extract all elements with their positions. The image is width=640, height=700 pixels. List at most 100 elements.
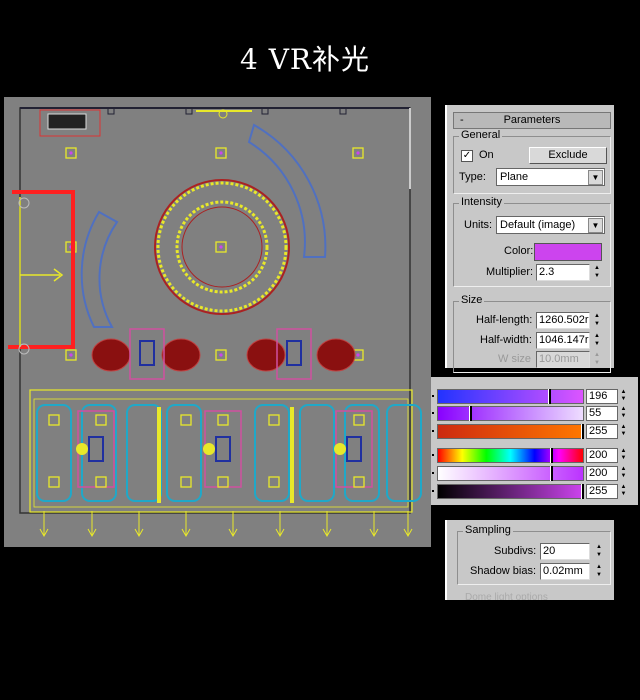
color-slider-0[interactable] [437, 389, 584, 404]
size-group-title: Size [459, 294, 485, 306]
half-width-input[interactable]: 1046.147r [536, 332, 590, 349]
row-bullet [432, 490, 434, 492]
w-size-input: 10.0mm [536, 351, 590, 368]
half-length-input[interactable]: 1260.502r [536, 312, 590, 329]
units-dropdown[interactable]: Default (image) ▼ [496, 216, 605, 234]
plan-shape-44 [157, 407, 161, 503]
slider-marker[interactable] [581, 484, 584, 499]
type-value: Plane [500, 171, 529, 183]
chevron-down-icon[interactable]: ▼ [588, 170, 603, 185]
color-value-input[interactable]: 200 [586, 466, 618, 481]
plan-shape-26 [88, 436, 104, 462]
color-value-input[interactable]: 255 [586, 484, 618, 499]
row-bullet [432, 412, 434, 414]
on-checkbox[interactable]: ✓ [461, 150, 473, 162]
sampling-group-title: Sampling [463, 524, 513, 536]
color-value-spinner[interactable]: ▲ ▼ [619, 484, 628, 498]
table [129, 328, 165, 380]
spinner-up-icon[interactable]: ▲ [619, 424, 628, 431]
color-value-spinner[interactable]: ▲ ▼ [619, 448, 628, 462]
color-value-input[interactable]: 200 [586, 448, 618, 463]
spinner-up-icon[interactable]: ▲ [619, 406, 628, 413]
color-slider-5[interactable] [437, 484, 584, 499]
spinner-down-icon[interactable]: ▼ [594, 571, 604, 579]
spinner-down-icon[interactable]: ▼ [619, 491, 628, 498]
w-size-label: W size [498, 353, 531, 365]
subdivs-spinner[interactable]: ▲ ▼ [594, 543, 604, 560]
exclude-button[interactable]: Exclude [529, 147, 607, 164]
light-color-swatch[interactable] [534, 243, 602, 261]
slider-marker[interactable] [581, 424, 584, 439]
plan-shape-42 [353, 414, 365, 426]
shadow-bias-spinner[interactable]: ▲ ▼ [594, 563, 604, 580]
shadow-bias-input[interactable]: 0.02mm [540, 563, 590, 580]
color-slider-3[interactable] [437, 448, 584, 463]
selected-vray-light [8, 190, 75, 349]
parameters-rollout-header[interactable]: - Parameters [453, 112, 611, 129]
plan-shape-37 [180, 476, 192, 488]
spinner-down-icon[interactable]: ▼ [592, 320, 602, 328]
plan-shape-7 [219, 151, 223, 155]
color-value-spinner[interactable]: ▲ ▼ [619, 389, 628, 403]
plan-shape-33 [48, 476, 60, 488]
half-width-spinner[interactable]: ▲ ▼ [592, 332, 602, 349]
color-value-spinner[interactable]: ▲ ▼ [619, 466, 628, 480]
chevron-down-icon[interactable]: ▼ [588, 218, 603, 233]
spinner-down-icon[interactable]: ▼ [619, 396, 628, 403]
half-width-label: Half-width: [480, 334, 532, 346]
on-label: On [479, 149, 494, 161]
general-group-title: General [459, 129, 503, 141]
multiplier-spinner[interactable]: ▲ ▼ [592, 264, 602, 281]
general-group: General ✓ On Exclude Type: Plane ▼ [453, 129, 611, 194]
slider-marker[interactable] [550, 466, 553, 481]
spinner-up-icon[interactable]: ▲ [619, 389, 628, 396]
slider-marker[interactable] [548, 389, 551, 404]
top-viewport[interactable] [4, 97, 431, 547]
subdivs-input[interactable]: 20 [540, 543, 590, 560]
shadow-bias-label: Shadow bias: [470, 565, 537, 577]
spinner-up-icon[interactable]: ▲ [619, 484, 628, 491]
plan-shape-41 [268, 476, 280, 488]
spinner-up-icon[interactable]: ▲ [592, 264, 602, 272]
spinner-down-icon[interactable]: ▼ [619, 473, 628, 480]
intensity-group: Intensity Units: Default (image) ▼ Color… [453, 196, 611, 287]
color-value-spinner[interactable]: ▲ ▼ [619, 406, 628, 420]
slider-marker[interactable] [469, 406, 472, 421]
spinner-down-icon[interactable]: ▼ [619, 431, 628, 438]
chair [161, 338, 201, 372]
spinner-up-icon[interactable]: ▲ [594, 563, 604, 571]
color-selector-panel: 196 ▲ ▼ 55 ▲ ▼ 255 ▲ ▼ 200 ▲ ▼ 200 ▲ ▼ 255 ▲ ▼ [431, 377, 638, 505]
spinner-up-icon[interactable]: ▲ [592, 332, 602, 340]
multiplier-label: Multiplier: [486, 266, 534, 278]
type-dropdown[interactable]: Plane ▼ [496, 168, 605, 186]
spinner-down-icon[interactable]: ▼ [619, 413, 628, 420]
color-value-input[interactable]: 196 [586, 389, 618, 404]
spinner-down-icon[interactable]: ▼ [592, 340, 602, 348]
spinner-down-icon[interactable]: ▼ [592, 272, 602, 280]
chair [316, 338, 356, 372]
spinner-down-icon[interactable]: ▼ [594, 551, 604, 559]
plan-shape-36 [180, 414, 192, 426]
color-value-spinner[interactable]: ▲ ▼ [619, 424, 628, 438]
floor-plan-drawing[interactable] [4, 97, 431, 547]
color-slider-1[interactable] [437, 406, 584, 421]
color-slider-2[interactable] [437, 424, 584, 439]
plan-shape-28 [215, 436, 231, 462]
color-value-input[interactable]: 55 [586, 406, 618, 421]
rollout-collapse-icon[interactable]: - [460, 113, 464, 128]
row-bullet [432, 395, 434, 397]
half-length-spinner[interactable]: ▲ ▼ [592, 312, 602, 329]
multiplier-input[interactable]: 2.3 [536, 264, 590, 281]
plan-shape-24 [286, 340, 302, 366]
spinner-up-icon[interactable]: ▲ [592, 312, 602, 320]
spinner-up-icon[interactable]: ▲ [594, 543, 604, 551]
spinner-up-icon[interactable]: ▲ [619, 466, 628, 473]
color-slider-4[interactable] [437, 466, 584, 481]
slider-marker[interactable] [550, 448, 553, 463]
spinner-down-icon[interactable]: ▼ [619, 455, 628, 462]
color-value-input[interactable]: 255 [586, 424, 618, 439]
chair [91, 338, 131, 372]
plan-shape-34 [95, 414, 107, 426]
row-bullet [432, 430, 434, 432]
spinner-up-icon[interactable]: ▲ [619, 448, 628, 455]
